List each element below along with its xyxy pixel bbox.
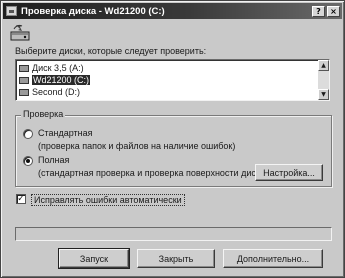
floppy-drive-icon — [19, 64, 29, 72]
start-button[interactable]: Запуск — [58, 248, 130, 269]
scroll-up-button[interactable]: ▲ — [318, 60, 329, 71]
drive-list-item-a[interactable]: Диск 3,5 (A:) — [19, 62, 84, 74]
drive-icon — [6, 6, 17, 16]
settings-button[interactable]: Настройка... — [255, 164, 323, 181]
title-bar: Проверка диска - Wd21200 (C:) ? × — [3, 3, 342, 19]
progress-area — [15, 227, 332, 241]
advanced-button[interactable]: Дополнительно... — [223, 249, 323, 268]
full-radio[interactable] — [23, 156, 33, 166]
standard-option-title[interactable]: Стандартная — [38, 128, 93, 138]
standard-radio[interactable] — [23, 129, 33, 139]
standard-option-description: (проверка папок и файлов на наличие ошиб… — [38, 141, 236, 151]
auto-fix-label[interactable]: Исправлять ошибки автоматически — [31, 194, 185, 206]
window-title: Проверка диска - Wd21200 (C:) — [21, 5, 165, 17]
full-option-title[interactable]: Полная — [38, 155, 69, 165]
auto-fix-checkbox[interactable]: ✓ — [16, 194, 26, 204]
drive-list-item-d[interactable]: Second (D:) — [19, 86, 80, 98]
scroll-down-button[interactable]: ▼ — [318, 89, 329, 100]
disk-check-icon — [10, 24, 30, 41]
hard-drive-icon — [19, 76, 29, 84]
close-button[interactable]: Закрыть — [137, 249, 215, 268]
close-window-button[interactable]: × — [327, 5, 340, 17]
help-button[interactable]: ? — [312, 5, 325, 17]
full-option-description: (стандартная проверка и проверка поверхн… — [38, 168, 269, 178]
select-drives-label: Выберите диски, которые следует проверит… — [15, 46, 207, 56]
check-type-label: Проверка — [21, 109, 66, 119]
drive-list[interactable]: Диск 3,5 (A:) Wd21200 (C:) Second (D:) ▲… — [15, 59, 330, 101]
hard-drive-icon — [19, 88, 29, 96]
disk-check-window: Проверка диска - Wd21200 (C:) ? × Выбери… — [0, 0, 345, 278]
drive-list-item-c[interactable]: Wd21200 (C:) — [19, 74, 91, 86]
drive-list-scrollbar[interactable]: ▲ ▼ — [318, 60, 329, 100]
